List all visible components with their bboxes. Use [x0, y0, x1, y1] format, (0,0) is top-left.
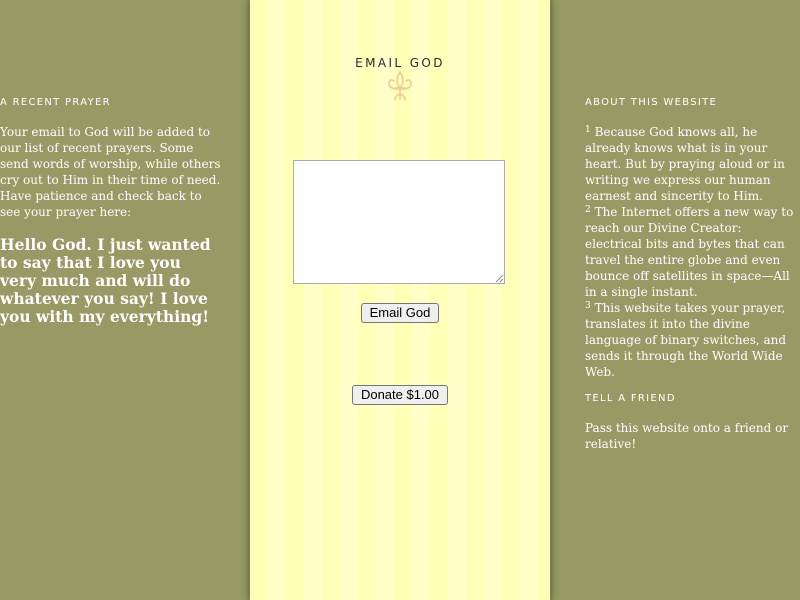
center-panel: EMAIL GOD Email God Donate $1.00	[250, 0, 550, 600]
page: A RECENT PRAYER Your email to God will b…	[0, 0, 800, 600]
about-note: 2 The Internet offers a new way to reach…	[585, 204, 797, 300]
about-note: 3 This website takes your prayer, transl…	[585, 300, 797, 380]
tell-friend-text: Pass this website onto a friend or relat…	[585, 421, 789, 451]
about-note: 1 Because God knows all, he already know…	[585, 124, 797, 204]
about-heading: ABOUT THIS WEBSITE	[585, 97, 718, 108]
fleur-de-lis-icon	[388, 70, 412, 101]
about-note-text: This website takes your prayer, translat…	[585, 301, 787, 379]
tell-friend-heading: TELL A FRIEND	[585, 393, 676, 404]
site-title: EMAIL GOD	[355, 56, 445, 70]
footnote-number: 3	[585, 301, 591, 311]
recent-prayer-text: Hello God. I just wanted to say that I l…	[0, 235, 211, 326]
footnote-number: 2	[585, 205, 591, 215]
footnote-number: 1	[585, 125, 591, 135]
donate-button[interactable]: Donate $1.00	[352, 385, 448, 405]
about-note-text: The Internet offers a new way to reach o…	[585, 205, 794, 299]
recent-prayer-heading: A RECENT PRAYER	[0, 97, 111, 108]
resize-grip-icon[interactable]	[494, 273, 504, 283]
prayer-input[interactable]	[293, 160, 505, 284]
email-god-button[interactable]: Email God	[361, 303, 439, 323]
about-note-text: Because God knows all, he already knows …	[585, 125, 785, 203]
recent-prayer-intro: Your email to God will be added to our l…	[0, 125, 221, 219]
